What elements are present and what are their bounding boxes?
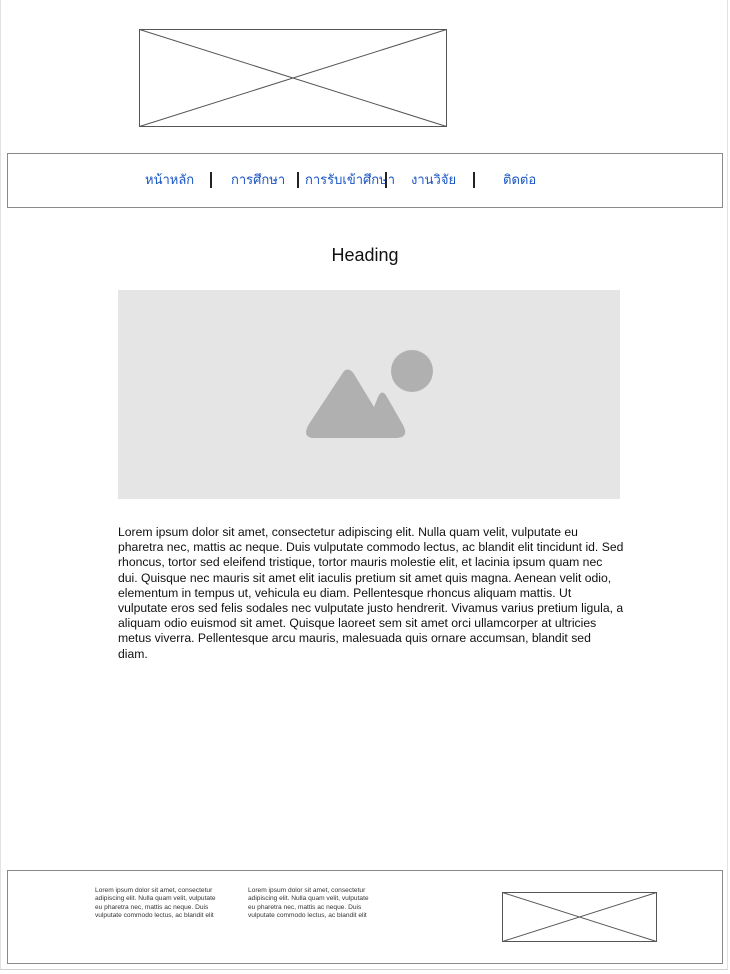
nav-item-education[interactable]: การศึกษา <box>231 171 285 189</box>
nav-separator <box>297 172 299 188</box>
nav-separator <box>210 172 212 188</box>
image-placeholder-icon <box>306 350 433 438</box>
footer-text-column-2: Lorem ipsum dolor sit amet, consectetur … <box>248 887 369 920</box>
logo-placeholder <box>139 29 447 127</box>
nav-item-admission[interactable]: การรับเข้าศึกษา <box>305 171 395 189</box>
footer-text-column-1: Lorem ipsum dolor sit amet, consectetur … <box>95 887 216 920</box>
footer: Lorem ipsum dolor sit amet, consectetur … <box>7 870 723 964</box>
nav-separator <box>473 172 475 188</box>
footer-logo-placeholder <box>502 892 657 942</box>
main-nav: หน้าหลัก การศึกษา การรับเข้าศึกษา งานวิจ… <box>7 153 723 208</box>
page-heading: Heading <box>331 245 399 265</box>
hero-image <box>118 290 620 499</box>
body-paragraph: Lorem ipsum dolor sit amet, consectetur … <box>118 525 624 661</box>
nav-item-home[interactable]: หน้าหลัก <box>145 171 194 189</box>
nav-item-contact[interactable]: ติดต่อ <box>503 171 536 189</box>
nav-item-research[interactable]: งานวิจัย <box>411 171 456 189</box>
nav-separator <box>385 172 387 188</box>
